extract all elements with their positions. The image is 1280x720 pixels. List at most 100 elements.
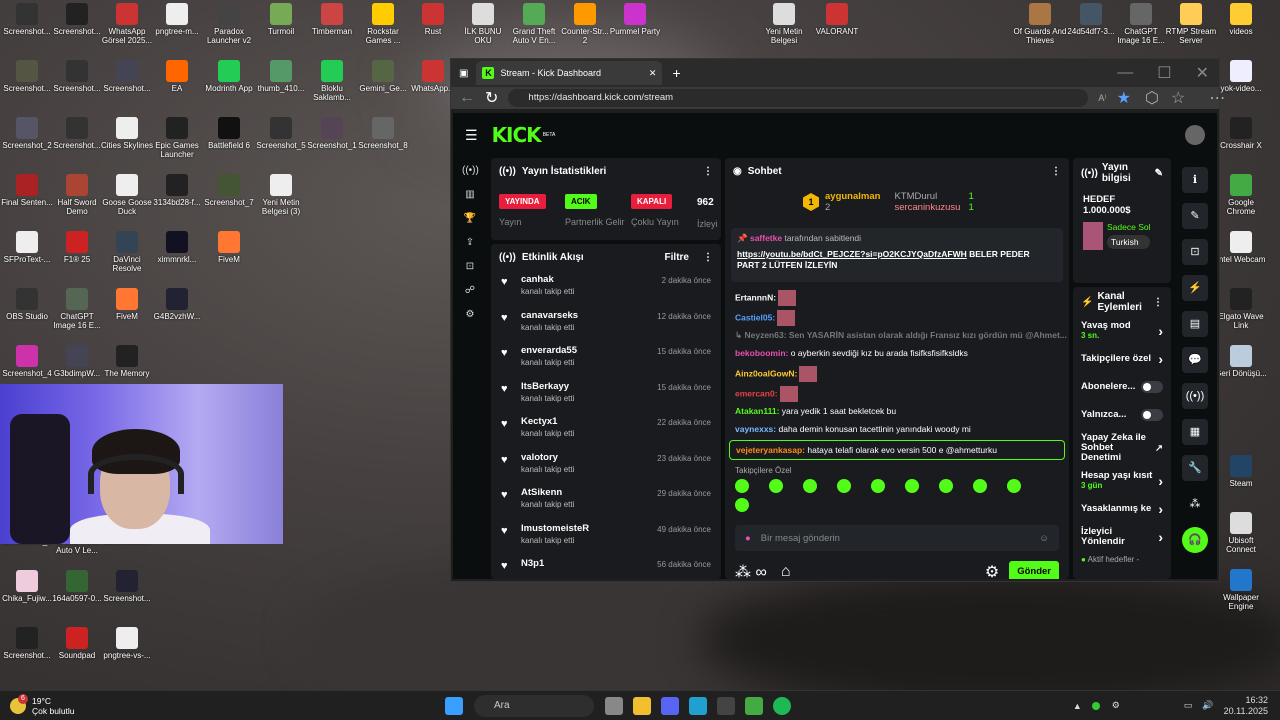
follower-name[interactable]: AtSikenn [521, 487, 574, 498]
desktop-icon[interactable]: Rockstar Games ... [356, 3, 410, 45]
chat-more-icon[interactable]: ⋮ [1051, 166, 1061, 177]
desktop-icon[interactable]: F1® 25 [50, 231, 104, 264]
activity-more-icon[interactable]: ⋮ [703, 252, 713, 263]
close-window-icon[interactable]: ✕ [1196, 63, 1209, 83]
desktop-icon[interactable]: G4B2vzhW... [150, 288, 204, 321]
desktop-icon[interactable]: RTMP Stream Server [1164, 3, 1218, 45]
chat-username[interactable]: Atakan111: [735, 406, 779, 416]
emote-icon[interactable] [769, 479, 783, 493]
desktop-icon[interactable]: Intel Webcam [1214, 231, 1268, 264]
chat-username[interactable]: vejeteryankasap: [736, 445, 805, 455]
chevron-right-icon[interactable]: › [1158, 529, 1163, 545]
desktop-icon[interactable]: Gemini_Ge... [356, 60, 410, 93]
follower-name[interactable]: ImustomeisteR [521, 523, 589, 534]
maximize-icon[interactable]: ☐ [1157, 63, 1171, 83]
follower-name[interactable]: valotory [521, 452, 574, 463]
desktop-icon[interactable]: Grand Theft Auto V En... [507, 3, 561, 45]
desktop-icon[interactable]: Bloklu Saklamb... [305, 60, 359, 102]
sidebar-toggle-icon[interactable]: ▣ [459, 68, 468, 79]
desktop-icon[interactable]: G3bdimpW... [50, 345, 104, 378]
desktop-icon[interactable]: Chika_Fujiw... [0, 570, 54, 603]
edit-icon[interactable]: ✎ [1155, 168, 1163, 179]
stream-settings-icon[interactable]: ⇪ [462, 237, 478, 253]
desktop-icon[interactable]: Screenshot... [50, 117, 104, 150]
info-rail-icon[interactable]: ℹ [1182, 167, 1208, 193]
document-rail-icon[interactable]: ▤ [1182, 311, 1208, 337]
emoji-icon[interactable]: ☺ [1039, 533, 1049, 544]
emote-icon[interactable] [939, 479, 953, 493]
hamburger-menu-icon[interactable]: ☰ [465, 127, 478, 144]
desktop-icon[interactable]: Timberman [305, 3, 359, 36]
desktop-icon[interactable]: Of Guards And Thieves [1013, 3, 1067, 45]
apps-rail-icon[interactable]: ⁂ [1182, 491, 1208, 517]
desktop-icon[interactable]: Wallpaper Engine [1214, 569, 1268, 611]
desktop-icon[interactable]: Pummel Party [608, 3, 662, 36]
support-rail-icon[interactable]: 🎧 [1182, 527, 1208, 553]
desktop-icon[interactable]: Ubisoft Connect [1214, 512, 1268, 554]
chat-input[interactable]: ● Bir mesaj gönderin ☺ [735, 525, 1059, 551]
taskbar-search[interactable]: Ara [474, 694, 594, 717]
desktop-icon[interactable]: Screenshot... [50, 3, 104, 36]
tray-apps-icon[interactable]: ⚙ [1112, 700, 1120, 711]
minimize-icon[interactable]: — [1117, 64, 1133, 82]
desktop-icon[interactable]: Screenshot... [50, 60, 104, 93]
weather-widget[interactable]: 6 19°C Çok bulutlu [10, 693, 440, 716]
follower-name[interactable]: canhak [521, 274, 574, 285]
desktop-icon[interactable]: Screenshot_1 [305, 117, 359, 150]
follower-name[interactable]: N3p1 [521, 558, 544, 569]
chevron-right-icon[interactable]: › [1158, 351, 1163, 367]
community-icon[interactable]: ☍ [462, 285, 478, 301]
follower-name[interactable]: canavarseks [521, 310, 578, 321]
chevron-right-icon[interactable]: › [1158, 323, 1163, 339]
stats-more-icon[interactable]: ⋮ [703, 166, 713, 177]
external-link-icon[interactable]: ↗ [1155, 443, 1163, 454]
emote-icon[interactable] [803, 479, 817, 493]
desktop-icon[interactable]: FiveM [100, 288, 154, 321]
channel-action-row[interactable]: Hesap yaşı kısıt 3 gün › [1073, 467, 1171, 495]
emote-icon[interactable] [871, 479, 885, 493]
store-icon[interactable]: ⌂ [781, 563, 791, 580]
edit-rail-icon[interactable]: ✎ [1182, 203, 1208, 229]
chat-username[interactable]: ErtannnN: [735, 292, 776, 302]
pinned-message[interactable]: 📌 saffetke tarafından sabitlendi https:/… [731, 228, 1063, 282]
tab-kick-dashboard[interactable]: K Stream - Kick Dashboard ✕ [476, 61, 663, 85]
follower-name[interactable]: enverarda55 [521, 345, 577, 356]
address-bar[interactable]: https://dashboard.kick.com/stream [508, 89, 1089, 107]
desktop-icon[interactable]: The Memory [100, 345, 154, 378]
desktop-icon[interactable]: Screenshot... [100, 570, 154, 603]
chat-username[interactable]: ↳ Neyzen63: Sen YASARİN asistan olarak a… [735, 330, 1067, 340]
back-icon[interactable]: ← [459, 89, 475, 107]
chevron-right-icon[interactable]: › [1158, 473, 1163, 489]
task-view-icon[interactable] [605, 696, 623, 715]
layout-rail-icon[interactable]: ▦ [1182, 419, 1208, 445]
desktop-icon[interactable]: Turmoil [254, 3, 308, 36]
lightning-rail-icon[interactable]: ⚡ [1182, 275, 1208, 301]
extensions-icon[interactable]: ⬡ [1145, 88, 1159, 108]
desktop-icon[interactable]: pngtree-vs-... [100, 627, 154, 660]
filter-button[interactable]: Filtre [665, 252, 689, 263]
channel-action-row[interactable]: Yapay Zeka ile Sohbet Denetimi ↗ [1073, 429, 1171, 467]
desktop-icon[interactable]: Crosshair X [1214, 117, 1268, 150]
chat-tools-icon[interactable]: ⁂ ∞ [735, 562, 767, 580]
emote-icon[interactable] [1007, 479, 1021, 493]
channel-action-row[interactable]: Abonelere... [1073, 373, 1171, 401]
broadcast-rail-icon[interactable]: ((•)) [1182, 383, 1208, 409]
chat-rail-icon[interactable]: 💬 [1182, 347, 1208, 373]
volume-icon[interactable]: 🔊 [1202, 700, 1213, 711]
desktop-icon[interactable]: Screenshot... [0, 627, 54, 660]
analytics-icon[interactable]: ▥ [462, 189, 478, 205]
desktop-icon[interactable]: Epic Games Launcher [150, 117, 204, 159]
desktop-icon[interactable]: Screenshot_4 [0, 345, 54, 378]
chevron-right-icon[interactable]: › [1158, 501, 1163, 517]
file-explorer-icon[interactable] [633, 696, 651, 715]
category-name[interactable]: Sadece Sol [1107, 222, 1150, 232]
windows-start-icon[interactable] [445, 696, 463, 715]
chat-username[interactable]: vaynexxs: [735, 424, 776, 434]
desktop-icon[interactable]: ChatGPT Image 16 E... [1114, 3, 1168, 45]
desktop-icon[interactable]: ximmnrkl... [150, 231, 204, 264]
desktop-icon[interactable]: EA [150, 60, 204, 93]
active-goals[interactable]: Aktif hedefler - [1088, 555, 1140, 564]
wrench-rail-icon[interactable]: 🔧 [1182, 455, 1208, 481]
channel-action-row[interactable]: Yasaklanmış ke › [1073, 495, 1171, 523]
desktop-icon[interactable]: Geri Dönüşü... [1214, 345, 1268, 378]
